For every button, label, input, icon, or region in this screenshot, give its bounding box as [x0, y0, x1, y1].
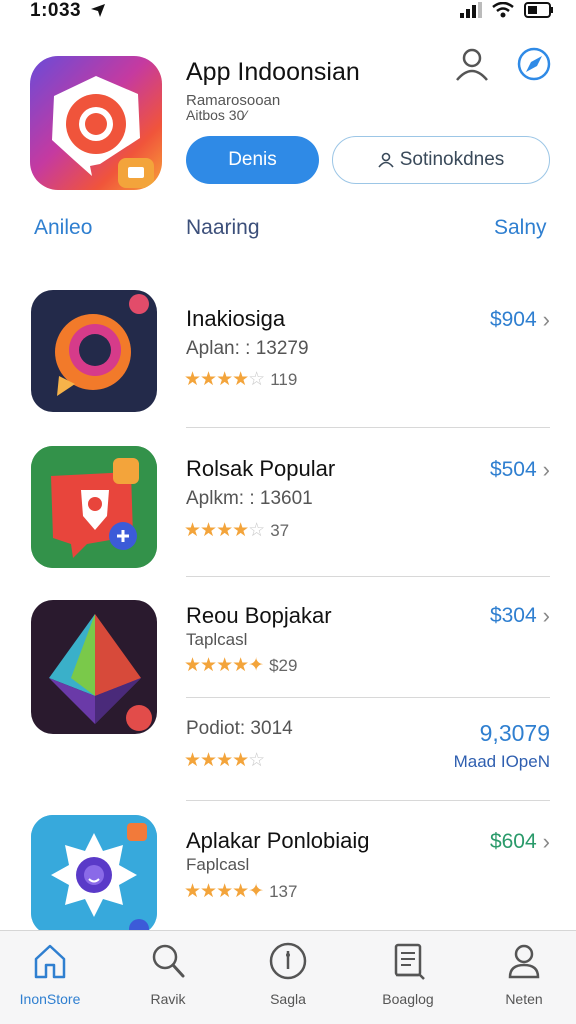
rating-count: 37: [270, 520, 290, 540]
search-icon: [152, 944, 185, 978]
tab-label: Ravik: [150, 991, 186, 1007]
star-rating: ★★★★ ☆ 119: [184, 369, 298, 390]
compass-icon: [269, 942, 307, 980]
app-icon[interactable]: [31, 446, 157, 568]
app-logo-sun: [31, 815, 157, 935]
star-rating: ★★★★ ☆ 37: [184, 520, 290, 541]
featured-app-glyph: [52, 76, 154, 188]
price-button[interactable]: $604 ›: [490, 829, 550, 855]
home-icon: [34, 944, 66, 979]
app-name[interactable]: Aplakar Ponlobiaig: [186, 828, 369, 854]
featured-app-info: Aitbos 30⁄: [186, 107, 247, 123]
featured-app-title: App Indoonsian: [186, 58, 360, 86]
app-icon[interactable]: [31, 290, 157, 412]
app-icon[interactable]: [31, 815, 157, 935]
price-button[interactable]: $904 ›: [490, 307, 550, 333]
tab-label: Sagla: [270, 991, 306, 1007]
price-label: $904: [489, 308, 537, 331]
chevron-right-icon: ›: [542, 603, 550, 628]
app-name[interactable]: Rolsak Popular: [186, 456, 335, 482]
divider: [186, 697, 550, 698]
compass-icon[interactable]: [516, 46, 552, 82]
divider: [186, 800, 550, 801]
app-name[interactable]: Inakiosiga: [186, 306, 285, 332]
person-icon: [378, 152, 394, 168]
book-icon: [394, 943, 425, 980]
star-rating: ★★★★ ☆: [184, 750, 265, 771]
price-button[interactable]: $504 ›: [490, 457, 550, 483]
secondary-action-button[interactable]: Sotinokdnes: [332, 136, 550, 184]
price-button[interactable]: $304 ›: [490, 603, 550, 629]
app-meta: Taplcasl: [186, 630, 248, 649]
app-meta: Aplkm: : 13601: [186, 488, 313, 509]
wifi-icon: [492, 2, 514, 18]
status-indicators: [460, 2, 554, 18]
account-icon[interactable]: [454, 46, 490, 82]
app-icon[interactable]: [31, 600, 157, 734]
tab-account[interactable]: Neten: [474, 941, 574, 1007]
tab-home[interactable]: InonStore: [0, 941, 100, 1007]
battery-icon: [524, 2, 553, 18]
rating-count: $29: [269, 655, 298, 675]
divider: [186, 427, 550, 428]
app-logo-prism: [49, 614, 152, 731]
tab-explore[interactable]: Sagla: [238, 941, 338, 1007]
price-label: $304: [489, 604, 537, 627]
star-rating: ★★★★ ✦ 137: [184, 881, 298, 902]
chevron-right-icon: ›: [542, 307, 550, 332]
filter-tab-2[interactable]: Naaring: [186, 216, 260, 240]
tab-label: Boaglog: [382, 991, 434, 1007]
tab-search[interactable]: Ravik: [118, 941, 218, 1007]
person-icon: [508, 944, 540, 979]
app-name[interactable]: Reou Bopjakar: [186, 603, 332, 629]
divider: [186, 576, 550, 577]
secondary-action-label: Sotinokdnes: [399, 149, 505, 170]
app-logo-pin: [31, 446, 157, 568]
price-value[interactable]: 9,3079: [480, 720, 550, 747]
chevron-right-icon: ›: [542, 829, 550, 854]
rating-count: 137: [269, 881, 298, 901]
app-logo-swirl: [55, 294, 149, 396]
app-meta: Aplan: : 13279: [186, 338, 309, 359]
open-link[interactable]: Maad IOpeN: [454, 752, 550, 772]
filter-tab-3[interactable]: Salny: [494, 216, 547, 240]
status-bar: 1:033: [0, 0, 576, 24]
app-meta: Faplcasl: [186, 855, 250, 874]
primary-action-button[interactable]: Denis: [186, 136, 319, 184]
rating-count: 119: [270, 369, 298, 389]
featured-app-icon[interactable]: [30, 56, 162, 190]
signal-icon: [460, 2, 482, 18]
tab-label: InonStore: [19, 991, 81, 1007]
tab-bar: InonStore Ravik Sagla Boaglog Neten: [0, 930, 576, 1024]
price-label: $504: [489, 458, 537, 481]
status-time: 1:033: [30, 0, 82, 21]
star-rating: ★★★★ ✦ $29: [184, 655, 298, 676]
app-sub-info: Podiot: 3014: [186, 718, 293, 739]
price-label: $604: [489, 830, 537, 853]
chevron-right-icon: ›: [542, 457, 550, 482]
tab-library[interactable]: Boaglog: [358, 941, 458, 1007]
filter-tab-1[interactable]: Anileo: [34, 216, 92, 240]
location-arrow-icon: [91, 4, 105, 17]
tab-label: Neten: [505, 991, 543, 1007]
